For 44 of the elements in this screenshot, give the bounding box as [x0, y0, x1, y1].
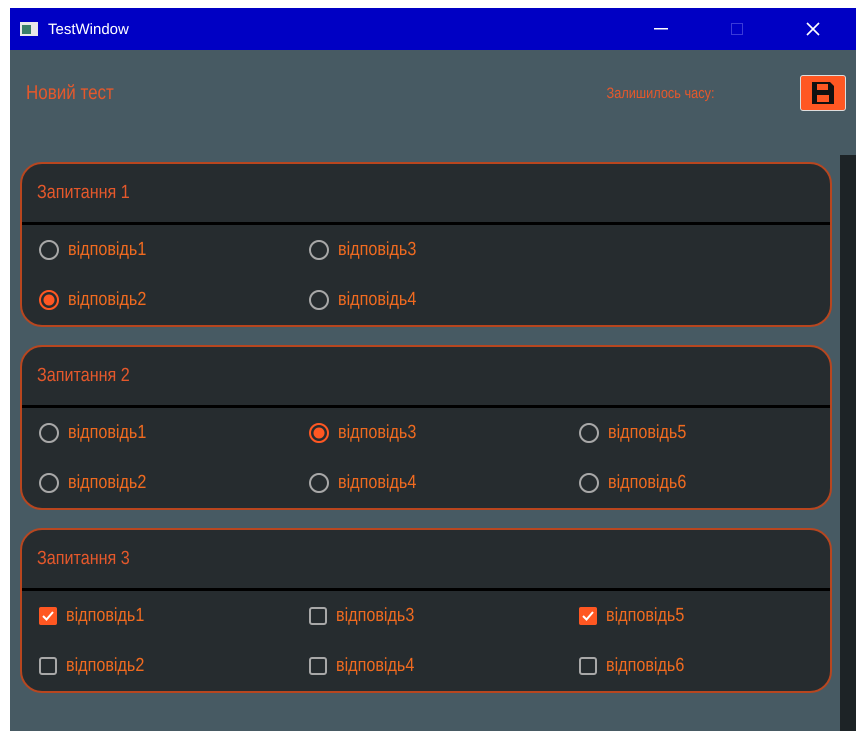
answer-option[interactable]: відповідь1 — [38, 408, 160, 458]
answer-option[interactable]: відповідь6 — [578, 641, 698, 691]
time-remaining-label: Залишилось часу: — [606, 84, 714, 102]
radio-button[interactable] — [38, 422, 60, 444]
question-title: Запитання 2 — [37, 365, 130, 387]
answer-option[interactable]: відповідь5 — [578, 591, 698, 641]
answer-option[interactable]: відповідь4 — [308, 641, 428, 691]
question-title: Запитання 3 — [37, 548, 130, 570]
radio-button[interactable] — [38, 472, 60, 494]
checkbox[interactable] — [38, 656, 58, 676]
checkbox[interactable] — [308, 656, 328, 676]
answer-option[interactable]: відповідь2 — [38, 641, 158, 691]
answer-option[interactable]: відповідь1 — [38, 225, 160, 275]
app-icon — [20, 22, 38, 36]
radio-button[interactable] — [308, 472, 330, 494]
radio-button[interactable] — [578, 422, 600, 444]
radio-button[interactable] — [308, 422, 330, 444]
radio-button[interactable] — [578, 472, 600, 494]
minimize-icon — [654, 28, 668, 30]
answer-option[interactable]: відповідь3 — [308, 408, 430, 458]
radio-button[interactable] — [38, 289, 60, 311]
answer-option[interactable]: відповідь5 — [578, 408, 700, 458]
checkbox[interactable] — [578, 606, 598, 626]
scrollbar[interactable] — [840, 155, 856, 731]
checkbox[interactable] — [308, 606, 328, 626]
answer-option[interactable]: відповідь6 — [578, 458, 700, 508]
radio-button[interactable] — [308, 289, 330, 311]
test-title: Новий тест — [26, 82, 115, 104]
answer-option[interactable]: відповідь2 — [38, 275, 160, 325]
answer-option[interactable]: відповідь3 — [308, 225, 430, 275]
answer-option[interactable]: відповідь2 — [38, 458, 160, 508]
answer-option[interactable]: відповідь4 — [308, 275, 430, 325]
maximize-icon — [731, 23, 743, 35]
question-title: Запитання 1 — [37, 182, 130, 204]
radio-button[interactable] — [308, 239, 330, 261]
checkbox[interactable] — [38, 606, 58, 626]
save-button[interactable] — [800, 75, 846, 111]
checkbox[interactable] — [578, 656, 598, 676]
radio-button[interactable] — [38, 239, 60, 261]
answer-option[interactable]: відповідь1 — [38, 591, 158, 641]
close-icon — [806, 22, 820, 36]
window-title: TestWindow — [48, 20, 130, 38]
answer-option[interactable]: відповідь3 — [308, 591, 428, 641]
answer-option[interactable]: відповідь4 — [308, 458, 430, 508]
